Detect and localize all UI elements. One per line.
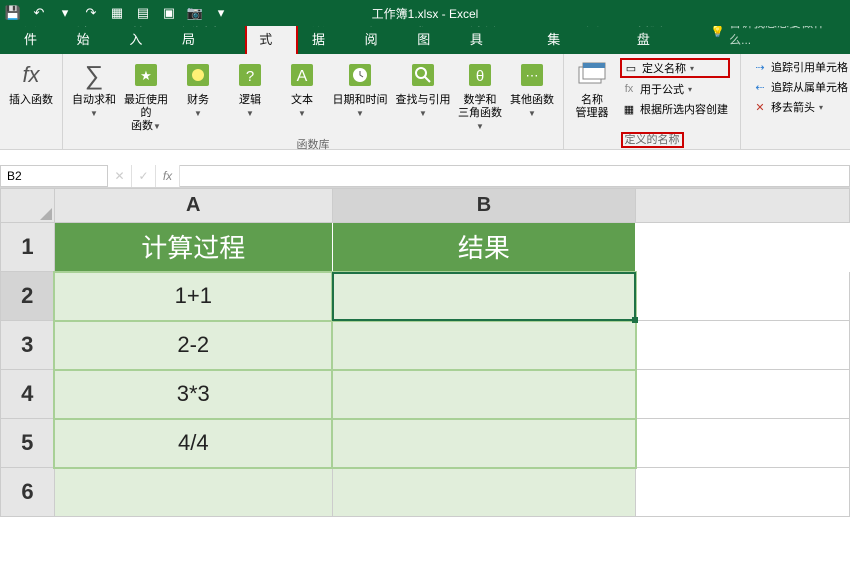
row-header-5[interactable]: 5 — [1, 419, 55, 468]
remove-arrows-icon: ✕ — [753, 100, 767, 114]
qat-custom-icon[interactable]: ▦ — [108, 4, 126, 22]
quick-access-toolbar: 💾 ↶ ▾ ↷ ▦ ▤ ▣ 📷 ▾ — [4, 4, 230, 22]
cell-A3[interactable]: 2-2 — [54, 321, 332, 370]
cell-B6[interactable] — [332, 468, 636, 517]
row-header-6[interactable]: 6 — [1, 468, 55, 517]
qat-sep: ▾ — [56, 4, 74, 22]
group-label-function-library: 函数库 — [69, 136, 557, 153]
recent-icon: ★ — [129, 58, 163, 92]
use-formula-icon: fx — [622, 82, 636, 96]
trace-dep-icon: ⇠ — [753, 80, 767, 94]
fx-icon[interactable]: fx — [156, 165, 180, 187]
fx-icon: fx — [14, 58, 48, 92]
recent-functions-button[interactable]: ★ 最近使用的 函数▼ — [121, 56, 171, 136]
name-manager-icon — [575, 58, 609, 92]
col-header-A[interactable]: A — [54, 189, 332, 223]
cell-C5[interactable] — [636, 419, 850, 468]
other-functions-button[interactable]: ⋯ 其他函数▼ — [507, 56, 557, 122]
define-name-icon: ▭ — [624, 61, 638, 75]
row-header-2[interactable]: 2 — [1, 272, 55, 321]
remove-arrows-button[interactable]: ✕移去箭头 ▾ — [751, 98, 850, 116]
cell-B2[interactable] — [332, 272, 636, 321]
select-all-corner[interactable] — [1, 189, 55, 223]
cell-C2[interactable] — [636, 272, 850, 321]
cell-A5[interactable]: 4/4 — [54, 419, 332, 468]
save-icon[interactable]: 💾 — [4, 4, 22, 22]
cell-A6[interactable] — [54, 468, 332, 517]
undo-icon[interactable]: ↶ — [30, 4, 48, 22]
svg-text:⋯: ⋯ — [526, 68, 539, 83]
qat-icon[interactable]: ▤ — [134, 4, 152, 22]
cell-B4[interactable] — [332, 370, 636, 419]
create-sel-icon: ▦ — [622, 102, 636, 116]
row-header-3[interactable]: 3 — [1, 321, 55, 370]
logical-button[interactable]: ? 逻辑▼ — [225, 56, 275, 122]
cell-A2[interactable]: 1+1 — [54, 272, 332, 321]
cell-B3[interactable] — [332, 321, 636, 370]
cancel-icon[interactable]: ✕ — [108, 165, 132, 187]
datetime-icon — [343, 58, 377, 92]
cell-C6[interactable] — [636, 468, 850, 517]
cell-C4[interactable] — [636, 370, 850, 419]
lookup-button[interactable]: 查找与引用▼ — [393, 56, 453, 122]
name-box[interactable] — [0, 165, 108, 187]
camera-icon[interactable]: 📷 — [186, 4, 204, 22]
redo-icon[interactable]: ↷ — [82, 4, 100, 22]
col-header-B[interactable]: B — [332, 189, 636, 223]
create-from-selection-button[interactable]: ▦根据所选内容创建 — [620, 100, 730, 118]
lookup-icon — [406, 58, 440, 92]
trace-prec-icon: ⇢ — [753, 60, 767, 74]
enter-icon[interactable]: ✓ — [132, 165, 156, 187]
define-name-button[interactable]: ▭定义名称 ▾ — [620, 58, 730, 78]
cell-A1[interactable]: 计算过程 — [54, 223, 332, 272]
text-button[interactable]: A 文本▼ — [277, 56, 327, 122]
logical-icon: ? — [233, 58, 267, 92]
name-manager-button[interactable]: 名称 管理器 — [570, 56, 614, 122]
svg-text:★: ★ — [140, 68, 152, 83]
cell-B5[interactable] — [332, 419, 636, 468]
svg-text:A: A — [297, 68, 308, 85]
text-icon: A — [285, 58, 319, 92]
trace-dependents-button[interactable]: ⇠追踪从属单元格 — [751, 78, 850, 96]
row-header-1[interactable]: 1 — [1, 223, 55, 272]
ribbon: fx 插入函数 ∑ 自动求和▼ ★ 最近使用的 函数▼ 财务▼ ? 逻辑▼ — [0, 54, 850, 150]
bulb-icon: 💡 — [710, 24, 725, 38]
other-icon: ⋯ — [515, 58, 549, 92]
ribbon-tabs: 文件 开始 插入 页面布局 公式 数据 审阅 视图 开发工具 PDF工具集 百度… — [0, 26, 850, 54]
autosum-button[interactable]: ∑ 自动求和▼ — [69, 56, 119, 122]
title-bar: 💾 ↶ ▾ ↷ ▦ ▤ ▣ 📷 ▾ 工作簿1.xlsx - Excel — [0, 0, 850, 26]
qat-icon[interactable]: ▣ — [160, 4, 178, 22]
svg-text:?: ? — [246, 68, 254, 85]
datetime-button[interactable]: 日期和时间▼ — [329, 56, 391, 122]
financial-icon — [181, 58, 215, 92]
formula-bar-row: ✕ ✓ fx — [0, 164, 850, 188]
group-label-defined-names: 定义的名称 — [621, 132, 684, 148]
financial-button[interactable]: 财务▼ — [173, 56, 223, 122]
insert-function-button[interactable]: fx 插入函数 — [6, 56, 56, 109]
cell-B1[interactable]: 结果 — [332, 223, 636, 272]
sigma-icon: ∑ — [77, 58, 111, 92]
qat-more-icon[interactable]: ▾ — [212, 4, 230, 22]
cell-C1[interactable] — [636, 223, 850, 272]
svg-text:θ: θ — [476, 68, 484, 85]
math-icon: θ — [463, 58, 497, 92]
cell-C3[interactable] — [636, 321, 850, 370]
cell-A4[interactable]: 3*3 — [54, 370, 332, 419]
row-header-4[interactable]: 4 — [1, 370, 55, 419]
col-header-blank[interactable] — [636, 189, 850, 223]
worksheet[interactable]: A B 1 计算过程 结果 2 1+1 3 2-2 4 3*3 5 4/4 6 — [0, 188, 850, 517]
math-button[interactable]: θ 数学和 三角函数▼ — [455, 56, 505, 136]
use-in-formula-button[interactable]: fx用于公式 ▾ — [620, 80, 730, 98]
formula-bar[interactable] — [180, 165, 850, 187]
trace-precedents-button[interactable]: ⇢追踪引用单元格 — [751, 58, 850, 76]
